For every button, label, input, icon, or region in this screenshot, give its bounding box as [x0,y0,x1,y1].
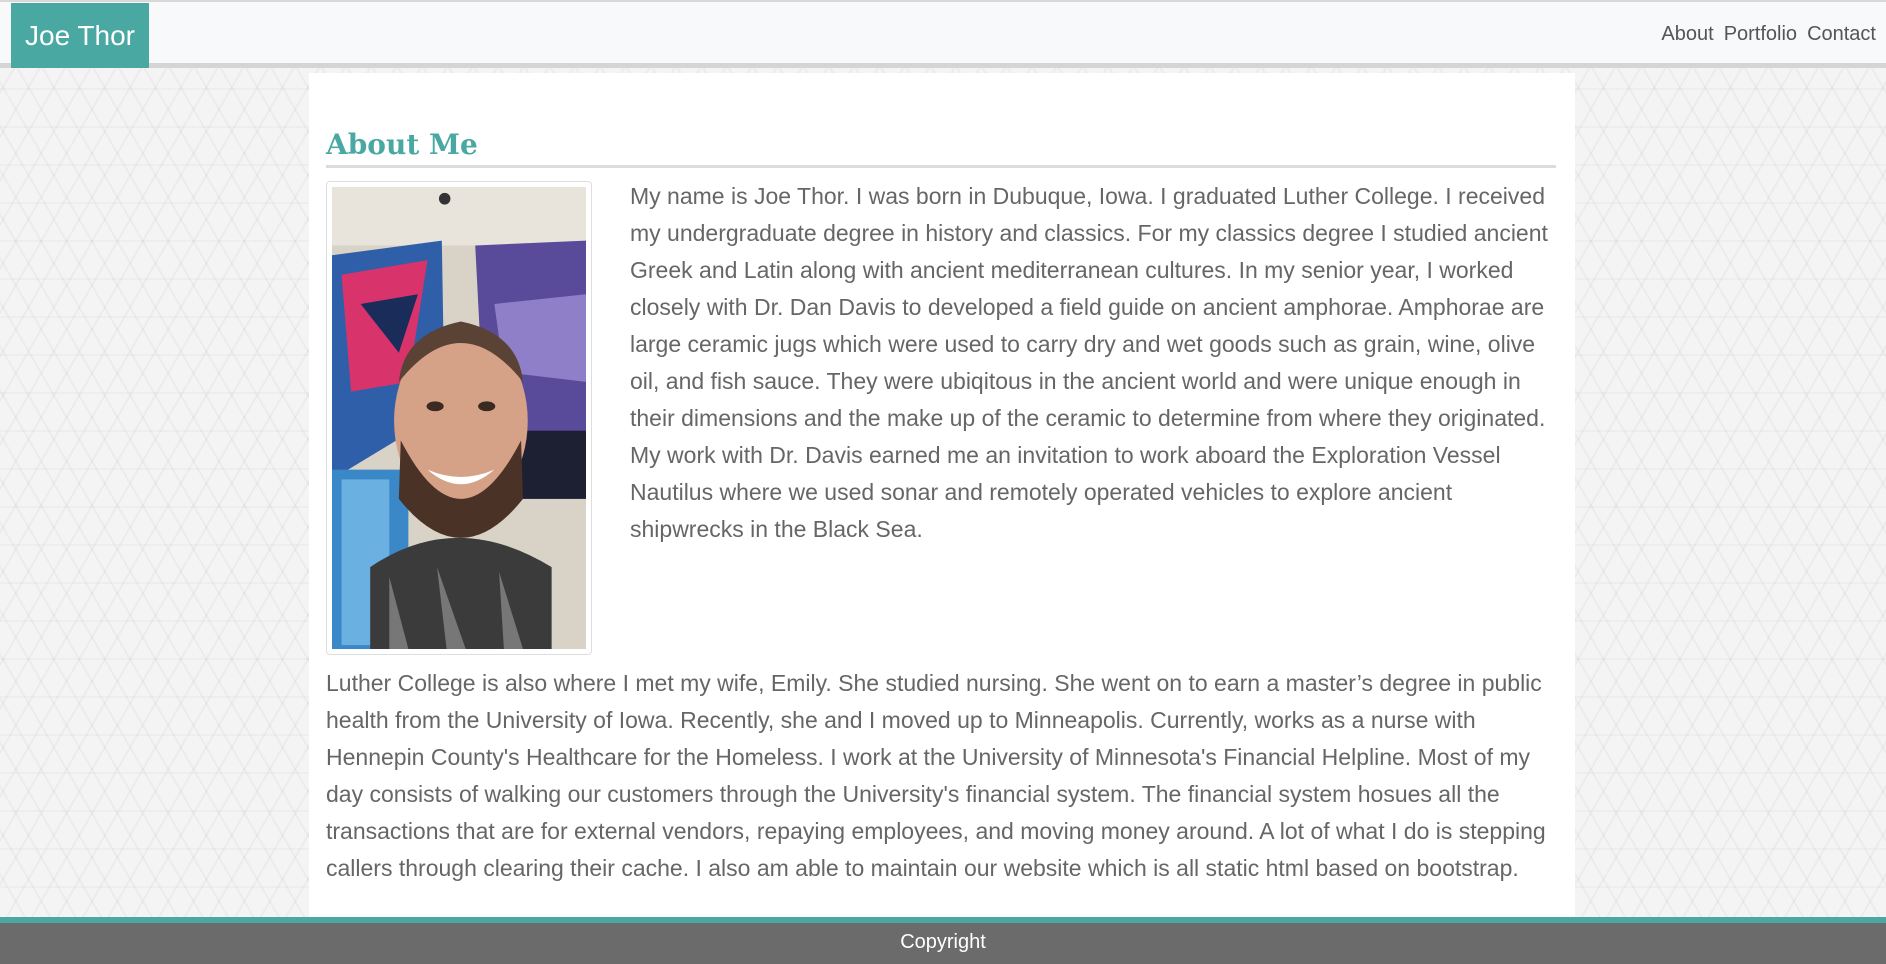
footer-copyright: Copyright [900,931,986,953]
nav-link-contact[interactable]: Contact [1807,23,1876,46]
nav-link-about[interactable]: About [1661,23,1713,46]
navbar: Joe Thor About Portfolio Contact [0,0,1886,68]
brand-logo[interactable]: Joe Thor [11,3,149,68]
about-paragraph-2: Luther College is also where I met my wi… [326,670,1546,881]
footer: Copyright [0,917,1886,964]
nav-links: About Portfolio Contact [1651,2,1876,66]
page-title: About Me [326,125,1556,168]
main-content: About Me My name is Joe Thor. I was born… [309,73,1575,917]
nav-link-portfolio[interactable]: Portfolio [1724,23,1797,46]
profile-photo [332,187,586,649]
profile-photo-frame [326,181,592,655]
